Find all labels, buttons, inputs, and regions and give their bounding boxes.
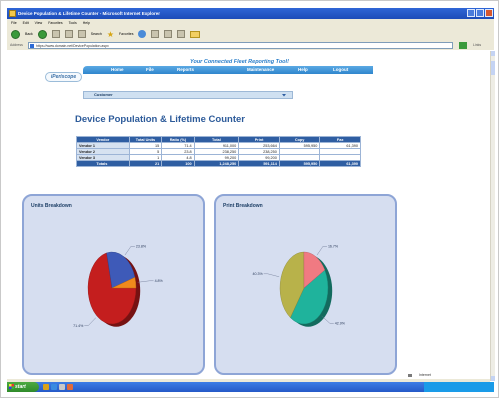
maximize-button[interactable] (476, 9, 484, 17)
refresh-icon[interactable] (64, 30, 73, 38)
nav-file[interactable]: File (146, 67, 154, 72)
page-icon (30, 44, 34, 48)
close-button[interactable] (485, 9, 493, 17)
totals-row: Totals 21 100 1,248,250 591,114 595,950 … (76, 160, 361, 167)
table-cell: 61,390 (319, 160, 361, 167)
app-quicklaunch-icon[interactable] (67, 384, 73, 390)
leader-line (263, 273, 280, 277)
menu-file[interactable]: File (11, 19, 17, 27)
address-url: https://www.domain.net/DevicePopulation.… (36, 44, 109, 48)
mail-icon[interactable] (164, 30, 173, 38)
start-button[interactable]: start (7, 382, 39, 392)
ie-quicklaunch-icon[interactable] (51, 384, 57, 390)
address-label: Address (10, 43, 23, 47)
data-label: 40.3% (252, 272, 263, 276)
favorites-label[interactable]: Favorites (119, 32, 133, 36)
links-label[interactable]: Links (473, 41, 481, 50)
back-label[interactable]: Back (25, 32, 33, 36)
window-title: Device Population & Lifetime Counter - M… (18, 11, 161, 16)
nav-reports[interactable]: Reports (177, 67, 194, 72)
table-cell: 100 (161, 160, 195, 167)
device-table: Vendor Total Units Ratio (%) Total Print… (76, 136, 361, 167)
units-breakdown-panel: Units Breakdown 71.4% 23.8% 4.8% (22, 194, 205, 375)
totals-label: Totals (76, 160, 130, 167)
back-icon[interactable] (11, 29, 20, 39)
nav-home[interactable]: Home (111, 67, 124, 72)
page-content: Your Connected Fleet Reporting Tool! iPe… (7, 51, 490, 382)
page-title: Device Population & Lifetime Counter (75, 114, 245, 125)
ie-icon (9, 10, 16, 17)
print-icon[interactable] (177, 30, 186, 38)
menu-edit[interactable]: Edit (23, 19, 29, 27)
data-label: 16.7% (328, 245, 339, 249)
menu-view[interactable]: View (35, 19, 43, 27)
table-cell: 1,248,250 (193, 160, 240, 167)
nav-logout[interactable]: Logout (333, 67, 348, 72)
customer-select[interactable]: Customer (83, 91, 293, 99)
go-button[interactable] (459, 42, 467, 49)
menu-tools[interactable]: Tools (69, 19, 77, 27)
scroll-down-icon[interactable] (491, 376, 495, 381)
address-input[interactable]: https://www.domain.net/DevicePopulation.… (28, 42, 453, 49)
nav-help[interactable]: Help (298, 67, 308, 72)
favorites-icon[interactable]: ★ (107, 30, 114, 39)
title-bar: Device Population & Lifetime Counter - M… (7, 8, 494, 19)
media-icon[interactable] (138, 30, 147, 38)
security-icon (408, 374, 412, 377)
table-cell: 21 (128, 160, 163, 167)
data-label: 42.9% (335, 322, 346, 326)
table-cell: 595,950 (278, 160, 321, 167)
status-zone: Internet (419, 373, 431, 377)
browser-window: Device Population & Lifetime Counter - M… (0, 0, 499, 398)
leader-line (316, 246, 327, 256)
home-icon[interactable] (77, 30, 86, 38)
minimize-button[interactable] (467, 9, 475, 17)
leader-line (124, 246, 135, 256)
data-label: 4.8% (155, 279, 164, 283)
desktop-icon[interactable] (59, 384, 65, 390)
browser-toolbar: Back Search ★ Favorites (7, 27, 494, 41)
leader-line (137, 280, 154, 283)
print-breakdown-panel: Print Breakdown 42.9% 40.3% 16.7% (214, 194, 397, 375)
site-tagline: Your Connected Fleet Reporting Tool! (190, 59, 289, 65)
menu-help[interactable]: Help (83, 19, 90, 27)
customer-label: Customer (94, 92, 113, 97)
address-bar: Address https://www.domain.net/DevicePop… (7, 41, 494, 50)
print-pie-chart: 42.9% 40.3% 16.7% (252, 245, 346, 327)
leader-line (84, 317, 96, 326)
vertical-scrollbar[interactable] (490, 51, 495, 381)
history-icon[interactable] (151, 30, 160, 38)
windows-flag-icon (9, 384, 14, 389)
forward-icon[interactable] (37, 29, 47, 39)
main-nav: Home File Reports Maintenance Help Logou… (83, 66, 373, 74)
menu-bar: File Edit View Favorites Tools Help (7, 19, 494, 27)
site-logo[interactable]: iPeriscope (45, 72, 82, 82)
start-label: start (15, 384, 26, 390)
system-tray (424, 382, 494, 392)
search-label[interactable]: Search (91, 32, 102, 36)
window-controls (467, 9, 493, 17)
units-pie-chart: 71.4% 23.8% 4.8% (73, 245, 164, 328)
nav-maintenance[interactable]: Maintenance (247, 67, 274, 72)
scroll-thumb[interactable] (491, 61, 495, 75)
data-label: 23.8% (136, 245, 147, 249)
data-label: 71.4% (73, 324, 84, 328)
folder-icon[interactable] (190, 30, 201, 38)
stop-icon[interactable] (51, 30, 60, 38)
chevron-down-icon[interactable] (282, 93, 286, 97)
table-cell: 591,114 (238, 160, 280, 167)
menu-favorites[interactable]: Favorites (48, 19, 62, 27)
scroll-up-icon[interactable] (491, 51, 495, 56)
quicklaunch-icon[interactable] (43, 384, 49, 390)
taskbar: start (7, 382, 494, 392)
